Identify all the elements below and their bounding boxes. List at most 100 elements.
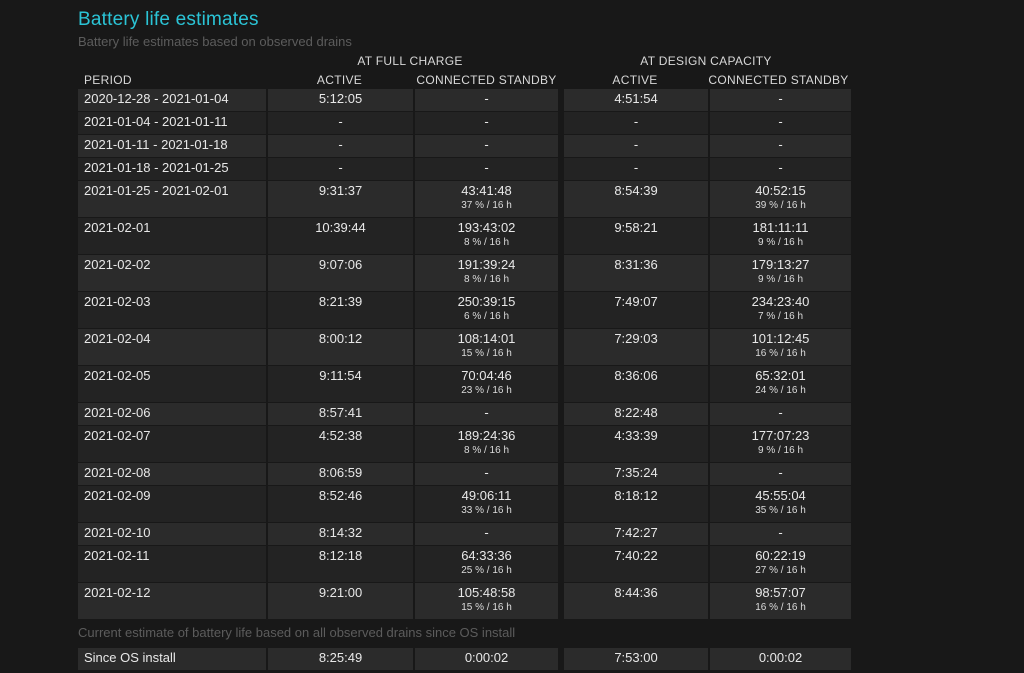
table-row: 2021-02-08 8:06:59 - 7:35:24 - [78, 463, 851, 486]
table-row: Since OS install 8:25:49 0:00:02 7:53:00… [78, 648, 851, 671]
cell-full-active: - [266, 135, 413, 158]
cell-percentage: 24 % / 16 h [755, 385, 806, 396]
cell-value: - [484, 91, 489, 106]
cell-full-active: 8:00:12 [266, 329, 413, 366]
cell-design-active: 7:49:07 [564, 292, 708, 329]
cell-value: 189:24:36 [457, 428, 516, 443]
cell-percentage: 7 % / 16 h [757, 311, 804, 322]
cell-value: 2021-02-03 [84, 294, 151, 309]
cell-design-active: 8:44:36 [564, 583, 708, 620]
cell-full-standby: 250:39:15 6 % / 16 h [413, 292, 558, 329]
cell-value: 8:00:12 [318, 331, 363, 346]
cell-full-standby: - [413, 463, 558, 486]
cell-percentage: 9 % / 16 h [757, 445, 804, 456]
cell-full-active: 8:14:32 [266, 523, 413, 546]
cell-value: 101:12:45 [751, 331, 810, 346]
table-row: 2021-02-06 8:57:41 - 8:22:48 - [78, 403, 851, 426]
cell-value: - [484, 405, 489, 420]
cell-value: - [633, 137, 639, 152]
cell-value: 2021-01-11 - 2021-01-18 [84, 137, 228, 152]
cell-value: 8:31:36 [614, 257, 658, 272]
cell-full-standby: - [413, 403, 558, 426]
cell-value: 2021-02-11 [84, 548, 150, 563]
cell-value: 4:52:38 [318, 428, 363, 443]
cell-design-standby: 179:13:27 9 % / 16 h [708, 255, 851, 292]
cell-value: 2020-12-28 - 2021-01-04 [84, 91, 229, 106]
cell-full-active: 8:25:49 [266, 648, 413, 671]
cell-design-active: - [564, 112, 708, 135]
table-row: 2021-01-18 - 2021-01-25 - - - - [78, 158, 851, 181]
table-row: 2021-02-02 9:07:06 191:39:24 8 % / 16 h 8:31… [78, 255, 851, 292]
cell-value: 7:35:24 [614, 465, 658, 480]
cell-value: - [338, 160, 343, 175]
cell-value: 9:58:21 [614, 220, 658, 235]
table-row: 2021-02-12 9:21:00 105:48:58 15 % / 16 h 8:4… [78, 583, 851, 620]
cell-period: 2021-02-06 [78, 403, 266, 426]
cell-percentage: 33 % / 16 h [461, 505, 512, 516]
cell-percentage: 37 % / 16 h [461, 200, 512, 211]
cell-design-active: 7:40:22 [564, 546, 708, 583]
table-row: 2021-02-09 8:52:46 49:06:11 33 % / 16 h 8:18… [78, 486, 851, 523]
cell-period: 2021-01-04 - 2021-01-11 [78, 112, 266, 135]
cell-value: 8:54:39 [614, 183, 658, 198]
cell-full-active: - [266, 112, 413, 135]
cell-full-standby: 105:48:58 15 % / 16 h [413, 583, 558, 620]
cell-value: 65:32:01 [755, 368, 806, 383]
cell-value: 179:13:27 [751, 257, 810, 272]
cell-value: - [484, 114, 489, 129]
cell-design-active: 9:58:21 [564, 218, 708, 255]
column-header-design-active: ACTIVE [612, 73, 658, 87]
cell-value: 193:43:02 [457, 220, 516, 235]
cell-full-active: 9:31:37 [266, 181, 413, 218]
cell-value: 2021-02-09 [84, 488, 151, 503]
cell-full-active: 8:21:39 [266, 292, 413, 329]
cell-percentage: 39 % / 16 h [755, 200, 806, 211]
cell-full-active: 4:52:38 [266, 426, 413, 463]
cell-value: 7:42:27 [614, 525, 658, 540]
cell-value: 8:14:32 [318, 525, 363, 540]
cell-period: Since OS install [78, 648, 266, 671]
cell-value: - [484, 525, 489, 540]
cell-period: 2021-02-08 [78, 463, 266, 486]
cell-value: 2021-02-10 [84, 525, 151, 540]
cell-percentage: 9 % / 16 h [757, 237, 804, 248]
cell-full-standby: - [413, 135, 558, 158]
cell-value: 4:33:39 [614, 428, 658, 443]
table-row: 2021-02-11 8:12:18 64:33:36 25 % / 16 h 7:40… [78, 546, 851, 583]
cell-period: 2020-12-28 - 2021-01-04 [78, 89, 266, 112]
cell-full-standby: 64:33:36 25 % / 16 h [413, 546, 558, 583]
cell-design-standby: 101:12:45 16 % / 16 h [708, 329, 851, 366]
cell-value: 64:33:36 [461, 548, 512, 563]
cell-full-standby: 108:14:01 15 % / 16 h [413, 329, 558, 366]
cell-value: 2021-02-04 [84, 331, 151, 346]
cell-full-active: 8:06:59 [266, 463, 413, 486]
cell-full-standby: 49:06:11 33 % / 16 h [413, 486, 558, 523]
group-header-full-charge: AT FULL CHARGE [357, 54, 463, 68]
cell-value: 98:57:07 [755, 585, 806, 600]
cell-value: 181:11:11 [752, 220, 809, 235]
cell-value: 2021-02-06 [84, 405, 151, 420]
cell-design-active: 7:42:27 [564, 523, 708, 546]
cell-value: - [778, 465, 783, 480]
cell-design-standby: 234:23:40 7 % / 16 h [708, 292, 851, 329]
table-row: 2021-02-05 9:11:54 70:04:46 23 % / 16 h 8:36… [78, 366, 851, 403]
cell-period: 2021-02-11 [78, 546, 266, 583]
cell-period: 2021-01-25 - 2021-02-01 [78, 181, 266, 218]
column-header-full-standby: CONNECTED STANDBY [416, 73, 557, 87]
cell-design-standby: 45:55:04 35 % / 16 h [708, 486, 851, 523]
cell-design-standby: 40:52:15 39 % / 16 h [708, 181, 851, 218]
cell-full-active: 5:12:05 [266, 89, 413, 112]
table-row: 2021-02-01 10:39:44 193:43:02 8 % / 16 h 9:5… [78, 218, 851, 255]
cell-full-active: 8:12:18 [266, 546, 413, 583]
cell-period: 2021-01-11 - 2021-01-18 [78, 135, 266, 158]
column-header-full-active: ACTIVE [316, 73, 363, 87]
cell-full-standby: 70:04:46 23 % / 16 h [413, 366, 558, 403]
cell-design-standby: - [708, 135, 851, 158]
cell-value: 70:04:46 [461, 368, 512, 383]
cell-design-standby: - [708, 403, 851, 426]
cell-value: - [338, 114, 343, 129]
table-row: 2021-02-10 8:14:32 - 7:42:27 - [78, 523, 851, 546]
cell-value: 234:23:40 [751, 294, 810, 309]
cell-percentage: 23 % / 16 h [461, 385, 512, 396]
column-header-design-standby: CONNECTED STANDBY [708, 73, 849, 87]
